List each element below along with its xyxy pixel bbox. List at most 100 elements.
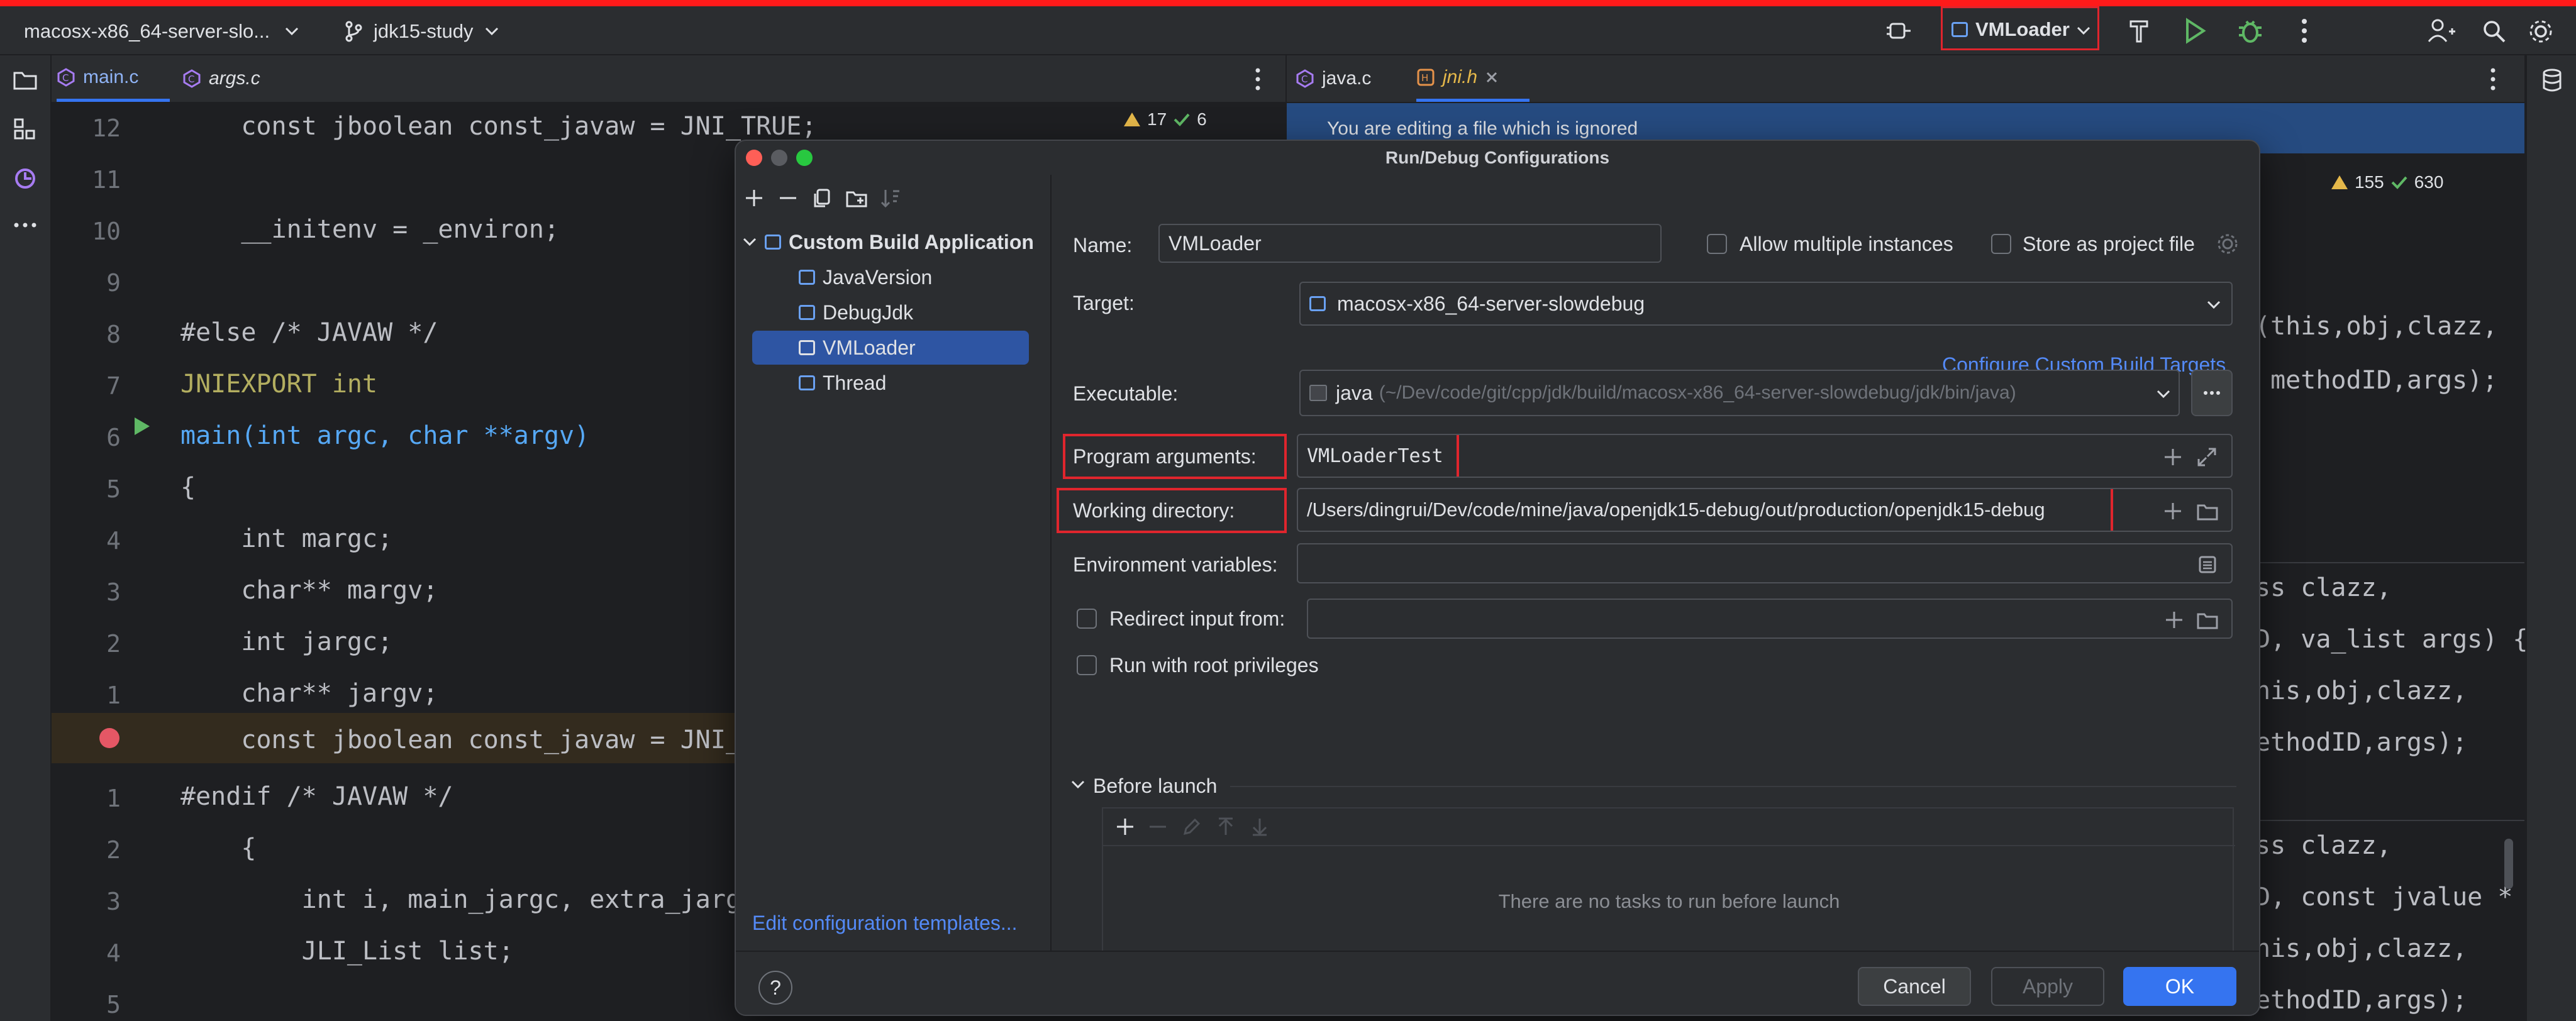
edit-configuration-templates-link[interactable]: Edit configuration templates... [752, 912, 1018, 935]
tree-item-debugjdk[interactable]: DebugJdk [752, 295, 1029, 329]
expand-icon[interactable] [2196, 446, 2218, 468]
chevron-down-icon[interactable] [1070, 778, 1085, 791]
right-editor-tabs: C java.c H jni.h [1287, 55, 2524, 103]
folder-icon[interactable] [2196, 500, 2219, 522]
database-icon[interactable] [2541, 68, 2563, 93]
project-folder-icon[interactable] [13, 68, 38, 91]
executable-select[interactable]: java (~/Dev/code/git/cpp/jdk/build/macos… [1299, 370, 2180, 416]
run-config-selector[interactable]: VMLoader [1941, 6, 2099, 50]
help-button[interactable]: ? [758, 971, 792, 1005]
more-options-icon[interactable] [2298, 18, 2311, 44]
redirect-input-field[interactable] [1307, 599, 2233, 639]
run-gutter-icon[interactable] [130, 414, 155, 439]
tab-java-c[interactable]: C java.c [1296, 55, 1402, 102]
debugger-attach-icon[interactable] [1885, 19, 1913, 44]
chevron-down-icon [2077, 26, 2090, 35]
edit-variables-icon[interactable] [2197, 555, 2218, 575]
before-launch-header[interactable]: Before launch [1093, 775, 1217, 798]
program-arguments-field[interactable]: VMLoaderTest [1297, 434, 2233, 478]
tree-item-thread[interactable]: Thread [752, 366, 1029, 400]
inspection-widget[interactable]: 17 6 [1123, 109, 1207, 130]
redirect-input-label: Redirect input from: [1109, 607, 1285, 630]
remove-icon[interactable] [1147, 816, 1169, 837]
close-icon[interactable] [1485, 70, 1499, 84]
tab-jni-h[interactable]: H jni.h [1416, 55, 1530, 102]
name-field[interactable]: VMLoader [1158, 224, 1662, 263]
ok-button[interactable]: OK [2123, 967, 2236, 1006]
cancel-button[interactable]: Cancel [1858, 967, 1971, 1006]
allow-multiple-instances-checkbox[interactable] [1707, 234, 1727, 254]
c-file-icon: C [57, 67, 75, 87]
add-macro-icon[interactable] [2162, 500, 2184, 522]
edit-icon[interactable] [1181, 816, 1202, 837]
run-with-root-checkbox[interactable] [1077, 655, 1097, 675]
branch-selector[interactable]: jdk15-study [374, 20, 474, 43]
debug-icon[interactable] [2236, 16, 2264, 45]
tab-main-c[interactable]: C main.c [57, 55, 170, 102]
warning-icon [1124, 113, 1140, 126]
tab-options-icon[interactable] [2487, 67, 2499, 92]
working-directory-field[interactable]: /Users/dingrui/Dev/code/mine/java/openjd… [1297, 488, 2233, 532]
scrollbar-thumb[interactable] [2504, 839, 2513, 889]
structure-icon[interactable] [13, 117, 38, 142]
zoom-window-button[interactable] [796, 150, 813, 166]
line-number: 9 [106, 269, 121, 297]
more-tools-icon[interactable] [13, 219, 38, 231]
line-number: 5 [106, 475, 121, 503]
terminal-icon [1309, 385, 1327, 401]
minimize-window-button[interactable] [771, 150, 787, 166]
settings-icon[interactable] [2528, 19, 2553, 44]
apply-button[interactable]: Apply [1991, 967, 2104, 1006]
code-line: JLI_List list; [180, 937, 514, 966]
run-icon[interactable] [2182, 18, 2207, 44]
c-file-icon: C [1296, 69, 1314, 88]
gear-icon[interactable] [2216, 233, 2239, 255]
clion-plugin-icon[interactable] [13, 166, 38, 191]
ok-count: 630 [2414, 172, 2444, 192]
sort-icon[interactable] [879, 187, 902, 209]
copy-icon[interactable] [811, 187, 833, 209]
add-user-icon[interactable] [2428, 18, 2455, 44]
code-fragment: ss clazz, [2255, 573, 2392, 602]
inspection-widget[interactable]: 155 630 [2331, 172, 2443, 192]
add-macro-icon[interactable] [2163, 609, 2185, 631]
tree-item-javaversion[interactable]: JavaVersion [752, 260, 1029, 294]
no-tasks-message: There are no tasks to run before launch [1498, 890, 1840, 912]
move-up-icon[interactable] [1215, 816, 1236, 837]
divider [2230, 562, 2524, 563]
build-hammer-icon[interactable] [2127, 18, 2152, 44]
new-folder-icon[interactable] [845, 187, 868, 209]
tree-group-custom-build-application[interactable]: Custom Build Application [742, 225, 1034, 259]
store-as-project-file-checkbox[interactable] [1991, 234, 2011, 254]
run-debug-configurations-dialog: Run/Debug Configurations Custom Build Ap… [735, 140, 2260, 1016]
environment-variables-field[interactable] [1297, 543, 2233, 583]
working-directory-label: Working directory: [1073, 499, 1235, 522]
remove-icon[interactable] [777, 187, 799, 209]
folder-icon[interactable] [2196, 609, 2219, 631]
tree-item-vmloader[interactable]: VMLoader [752, 331, 1029, 365]
move-down-icon[interactable] [1249, 816, 1270, 837]
executable-path: (~/Dev/code/git/cpp/jdk/build/macosx-x86… [1379, 382, 2016, 403]
chevron-down-icon [2207, 301, 2221, 309]
tree-item-label: Thread [823, 372, 887, 394]
search-icon[interactable] [2482, 19, 2507, 44]
browse-executable-button[interactable] [2191, 370, 2233, 416]
code-line: int jargc; [180, 627, 393, 656]
add-macro-icon[interactable] [2162, 446, 2184, 468]
target-value: macosx-x86_64-server-slowdebug [1337, 292, 1645, 315]
tab-args-c[interactable]: C args.c [182, 55, 296, 102]
breakpoint-icon[interactable] [97, 726, 122, 751]
project-selector[interactable]: macosx-x86_64-server-slo... [24, 20, 270, 43]
close-window-button[interactable] [746, 150, 762, 166]
redirect-input-checkbox[interactable] [1077, 609, 1097, 629]
add-icon[interactable] [743, 187, 765, 209]
code-fragment: D, va_list args) { [2255, 625, 2528, 654]
code-fragment: (this,obj,clazz, [2255, 312, 2498, 341]
tab-options-icon[interactable] [1252, 67, 1264, 92]
chevron-down-icon[interactable] [742, 236, 757, 248]
target-select[interactable]: macosx-x86_64-server-slowdebug [1299, 282, 2233, 326]
ok-count: 6 [1197, 109, 1207, 129]
add-icon[interactable] [1114, 816, 1136, 837]
tree-item-label: JavaVersion [823, 266, 933, 289]
line-number: 3 [106, 888, 121, 915]
